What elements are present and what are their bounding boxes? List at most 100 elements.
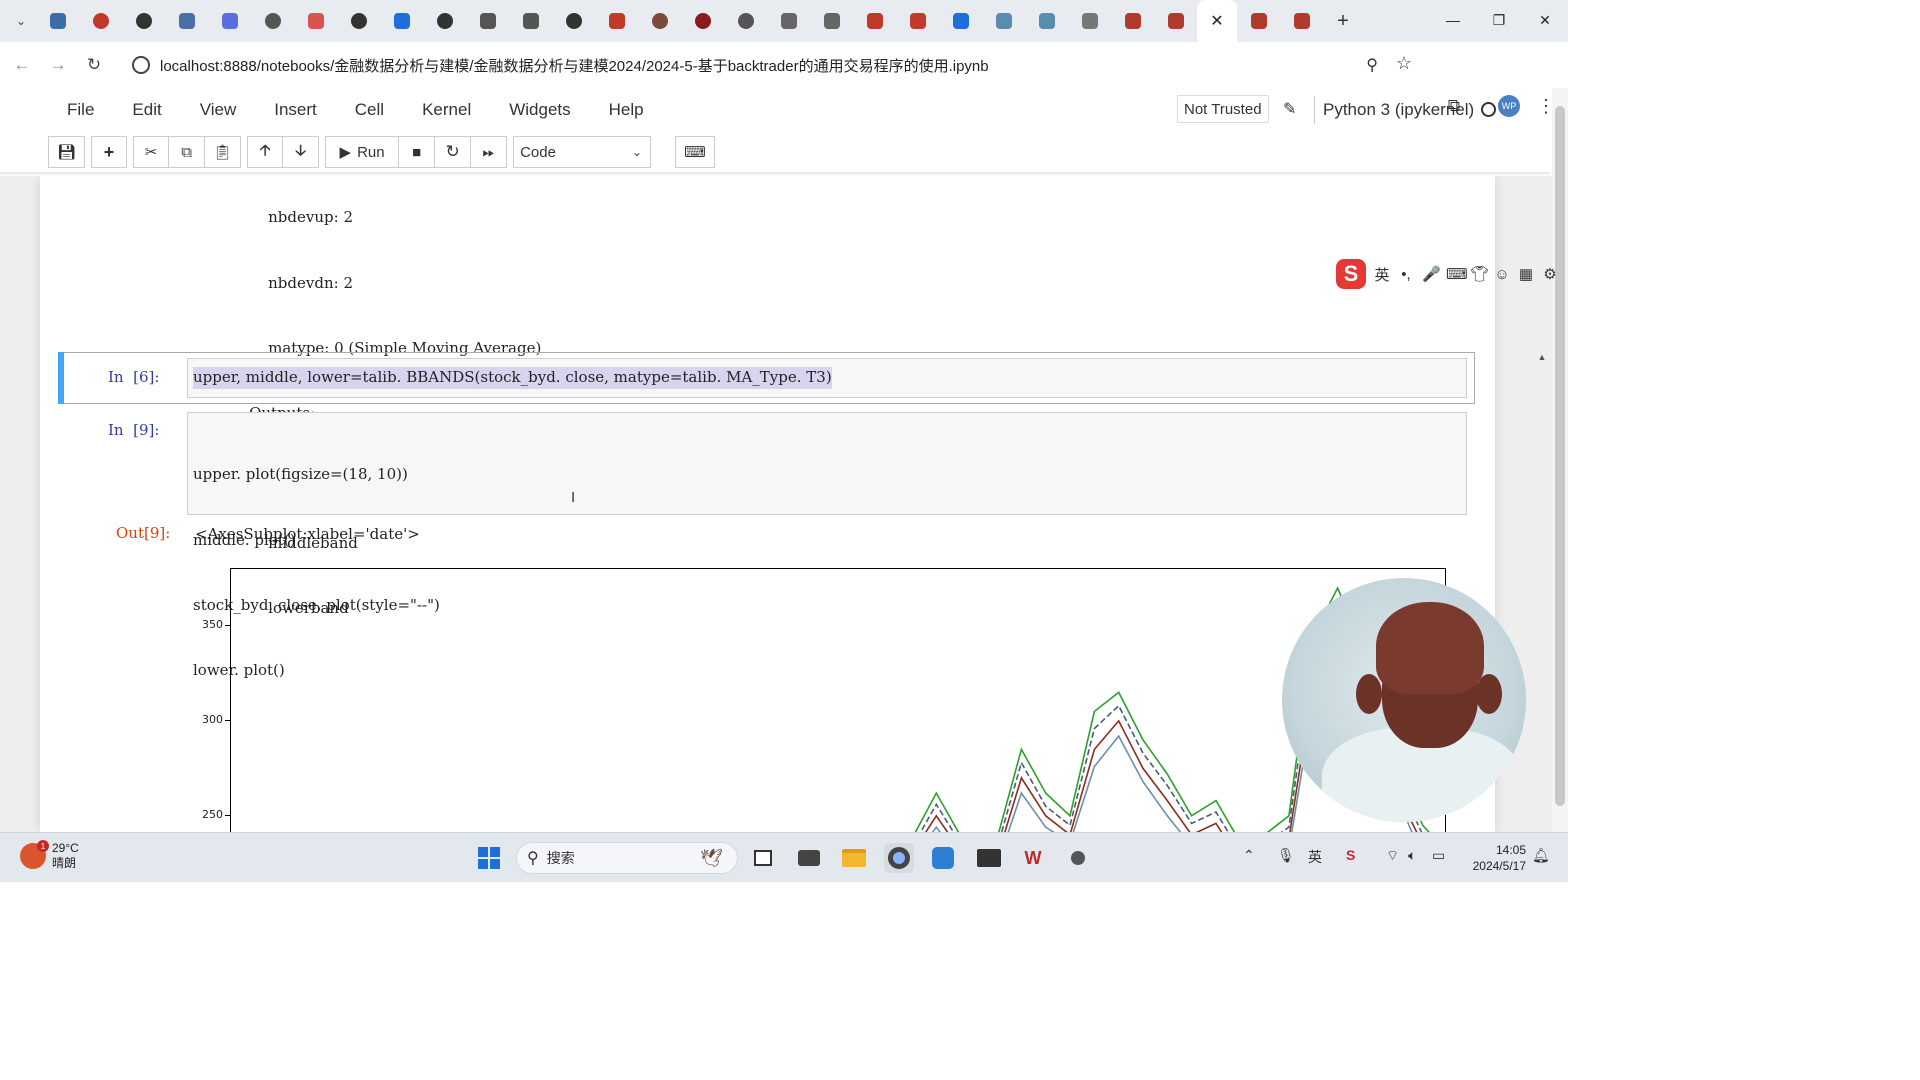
battery-icon[interactable]: ▭ (1432, 847, 1445, 864)
trust-status-button[interactable]: Not Trusted (1177, 95, 1269, 123)
notification-icon[interactable]: 🔔︎ (1532, 847, 1550, 864)
code-input-area[interactable]: upper. plot(figsize=(18, 10)) middle. pl… (187, 412, 1467, 679)
cut-icon[interactable]: ✂ (133, 136, 170, 168)
tab[interactable] (294, 0, 337, 42)
menu-help[interactable]: Help (590, 100, 663, 120)
tab[interactable] (509, 0, 552, 42)
menu-insert[interactable]: Insert (255, 100, 336, 120)
menu-cell[interactable]: Cell (336, 100, 403, 120)
terminal-icon[interactable] (974, 843, 1004, 873)
menu-view[interactable]: View (181, 100, 256, 120)
tab[interactable] (36, 0, 79, 42)
avatar[interactable]: WP (1498, 95, 1520, 117)
tab[interactable] (724, 0, 767, 42)
app-icon-record[interactable] (1063, 843, 1093, 873)
tab[interactable] (337, 0, 380, 42)
app-icon-blue[interactable] (928, 843, 958, 873)
sogou-logo-icon[interactable]: S (1336, 259, 1366, 289)
ime-punctuation-toggle[interactable]: •, (1398, 266, 1414, 283)
interrupt-icon[interactable]: ■ (399, 136, 436, 168)
tab[interactable] (423, 0, 466, 42)
settings-icon[interactable]: ⚙ (1542, 265, 1558, 283)
wifi-icon[interactable]: ⌔ (1386, 847, 1399, 865)
tab-search-chevron-icon[interactable]: ⌄ (6, 6, 36, 36)
page-scrollbar[interactable] (1552, 88, 1568, 832)
menu-file[interactable]: File (48, 100, 113, 120)
keyboard-shortcuts-icon[interactable]: ⌨ (675, 136, 715, 168)
forward-icon[interactable]: → (40, 47, 76, 83)
tray-sogou-icon[interactable]: S (1346, 847, 1355, 863)
toolbox-icon[interactable]: ▦ (1518, 265, 1534, 283)
volume-icon[interactable]: 🔈︎ (1408, 847, 1416, 864)
restart-icon[interactable]: ↻ (435, 136, 472, 168)
tab[interactable] (1154, 0, 1197, 42)
tab[interactable] (466, 0, 509, 42)
site-info-icon[interactable] (132, 56, 150, 74)
tab[interactable] (767, 0, 810, 42)
ime-language-toggle[interactable]: 英 (1374, 264, 1390, 285)
close-tab-icon[interactable]: ✕ (1210, 11, 1223, 31)
back-icon[interactable]: ← (4, 47, 40, 83)
tab[interactable] (853, 0, 896, 42)
tab[interactable] (165, 0, 208, 42)
wps-icon[interactable]: W (1018, 843, 1048, 873)
tab[interactable] (1068, 0, 1111, 42)
cell-type-select[interactable]: Code ⌄ (513, 136, 652, 168)
tab[interactable] (552, 0, 595, 42)
system-clock[interactable]: 14:05 2024/5/17 (1466, 842, 1526, 874)
close-window-icon[interactable]: ✕ (1522, 0, 1568, 40)
tray-ime-lang[interactable]: 英 (1308, 847, 1322, 867)
move-down-icon[interactable]: 🡣 (283, 136, 320, 168)
omnibox[interactable]: localhost:8888/notebooks/金融数据分析与建模/金融数据分… (122, 48, 1430, 82)
task-view-icon[interactable] (748, 843, 778, 873)
menu-kernel[interactable]: Kernel (403, 100, 490, 120)
keyboard-icon[interactable]: ⌨ (1446, 265, 1468, 283)
app-icon-media[interactable] (794, 843, 824, 873)
tab[interactable] (595, 0, 638, 42)
file-explorer-icon[interactable] (839, 843, 869, 873)
insert-cell-icon[interactable]: + (91, 136, 128, 168)
tab[interactable] (896, 0, 939, 42)
move-up-icon[interactable]: 🡡 (247, 136, 284, 168)
tab[interactable] (251, 0, 294, 42)
microphone-icon[interactable]: 🎤 (1422, 265, 1441, 283)
taskbar-search-box[interactable]: ⚲ 搜索 🕊︎ (516, 842, 738, 874)
tab[interactable] (1237, 0, 1280, 42)
save-icon[interactable]: 💾︎ (48, 136, 86, 168)
start-windows-icon[interactable] (474, 843, 504, 873)
run-button[interactable]: ▶ Run (325, 136, 400, 168)
chrome-icon[interactable] (884, 843, 914, 873)
code-line[interactable]: upper, middle, lower=talib. BBANDS(stock… (193, 367, 832, 389)
tray-mic-icon[interactable]: 🎙︎ (1277, 847, 1295, 864)
kernel-name[interactable]: Python 3 (ipykernel) (1314, 96, 1474, 124)
tray-expand-icon[interactable]: ⌃ (1243, 847, 1255, 864)
restore-icon[interactable]: ❐ (1476, 0, 1522, 40)
tab[interactable] (982, 0, 1025, 42)
zoom-icon[interactable]: ⚲ (1366, 55, 1378, 75)
tab[interactable] (1280, 0, 1323, 42)
tab[interactable] (380, 0, 423, 42)
emoji-icon[interactable]: ☺ (1494, 266, 1510, 283)
tab[interactable] (208, 0, 251, 42)
paste-icon[interactable]: 📋︎ (205, 136, 242, 168)
tab[interactable] (79, 0, 122, 42)
scrollbar-thumb[interactable] (1555, 106, 1565, 806)
restart-run-all-icon[interactable]: ⏩︎ (471, 136, 508, 168)
copy-icon[interactable]: ⧉ (169, 136, 206, 168)
tab[interactable] (939, 0, 982, 42)
menu-edit[interactable]: Edit (113, 100, 180, 120)
tab[interactable] (810, 0, 853, 42)
menu-widgets[interactable]: Widgets (490, 100, 589, 120)
reload-icon[interactable]: ↻ (76, 47, 112, 83)
skin-icon[interactable]: 👕︎ (1470, 265, 1489, 283)
tab[interactable] (1111, 0, 1154, 42)
tab-active[interactable]: ✕ (1197, 0, 1237, 42)
url-text[interactable]: localhost:8888/notebooks/金融数据分析与建模/金融数据分… (160, 55, 989, 76)
weather-widget[interactable]: 1 29°C 晴朗 (20, 840, 79, 871)
tab[interactable] (681, 0, 724, 42)
new-tab-button[interactable]: + (1323, 10, 1363, 33)
output-scroll-up-icon[interactable]: ▲ (1532, 352, 1552, 366)
tab[interactable] (638, 0, 681, 42)
code-input-area[interactable]: upper, middle, lower=talib. BBANDS(stock… (187, 358, 1467, 398)
minimize-icon[interactable]: — (1430, 0, 1476, 40)
